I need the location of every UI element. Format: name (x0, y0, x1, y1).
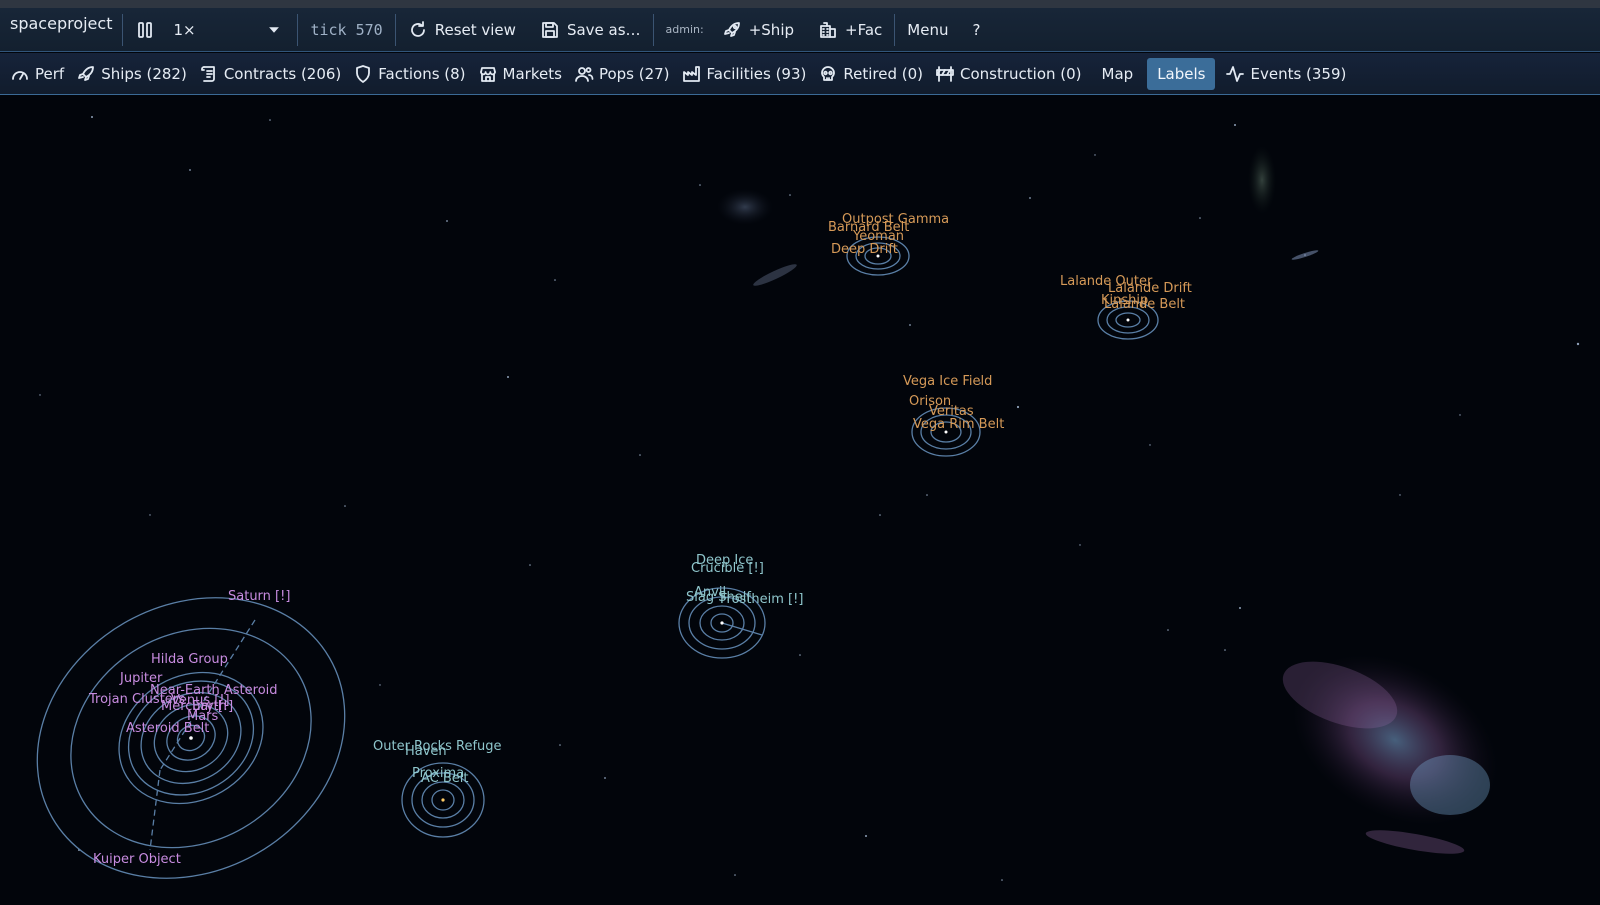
map-label-frostheim[interactable]: Frostheim [!] (720, 593, 803, 607)
nav-facilities-label: Facilities (93) (706, 64, 807, 83)
nav-contracts[interactable]: Contracts (206) (193, 58, 347, 90)
pause-icon (138, 21, 153, 38)
nav-ships[interactable]: Ships (282) (70, 58, 193, 90)
save-as-button[interactable]: Save as… (528, 8, 653, 52)
nav-facilities[interactable]: Facilities (93) (676, 58, 813, 90)
store-icon (479, 66, 496, 82)
map-label-lalande-belt[interactable]: Lalande Belt (1104, 298, 1185, 312)
add-facility-button[interactable]: +Fac (806, 8, 894, 52)
help-button[interactable]: ? (960, 8, 992, 52)
building-icon (820, 21, 836, 38)
map-label-vega-ice-field[interactable]: Vega Ice Field (903, 375, 992, 389)
rocket-icon (723, 21, 740, 37)
nav-labels-label: Labels (1157, 64, 1206, 83)
top-toolbar: spaceproject 1× tick 570 Reset view Save… (0, 8, 1600, 52)
add-facility-label: +Fac (845, 20, 883, 39)
nav-ships-label: Ships (282) (101, 64, 187, 83)
nav-retired[interactable]: Retired (0) (812, 58, 929, 90)
map-label-haven[interactable]: Haven (405, 745, 447, 759)
pause-button[interactable] (123, 8, 167, 52)
activity-icon (1226, 65, 1245, 82)
map-label-deep-drift[interactable]: Deep Drift (831, 243, 898, 257)
add-ship-label: +Ship (748, 20, 795, 39)
nav-factions-label: Factions (8) (378, 64, 466, 83)
nav-pops-label: Pops (27) (598, 64, 670, 83)
map-label-hilda-group[interactable]: Hilda Group (151, 653, 228, 667)
barrier-icon (936, 65, 954, 82)
reset-view-label: Reset view (434, 20, 516, 39)
users-icon (575, 66, 594, 82)
nav-map[interactable]: Map (1088, 58, 1148, 90)
scroll-icon (200, 65, 215, 82)
chevron-down-icon (269, 26, 280, 33)
nav-events-label: Events (359) (1250, 64, 1347, 83)
save-icon (542, 21, 558, 38)
panel-nav-bar: Perf Ships (282) Contracts (206) Faction… (0, 53, 1600, 95)
tick-counter: tick 570 (310, 20, 383, 39)
save-as-label: Save as… (566, 20, 641, 39)
nav-factions[interactable]: Factions (8) (347, 58, 471, 90)
refresh-icon (410, 20, 425, 37)
star-map-canvas[interactable]: Outpost Gamma Barnard Belt Yeoman Deep D… (0, 95, 1600, 905)
nav-construction[interactable]: Construction (0) (929, 58, 1088, 90)
app-title: spaceproject (10, 14, 113, 33)
map-label-ac-belt[interactable]: AC Belt (421, 772, 469, 786)
nav-retired-label: Retired (0) (843, 64, 924, 83)
menu-button[interactable]: Menu (895, 8, 960, 52)
nav-perf[interactable]: Perf (4, 58, 70, 90)
shield-icon (356, 64, 371, 83)
star-map-svg (36, 116, 1580, 881)
nav-contracts-label: Contracts (206) (223, 64, 342, 83)
speed-value: 1× (173, 20, 196, 39)
nav-construction-label: Construction (0) (960, 64, 1082, 83)
map-label-kuiper-object[interactable]: Kuiper Object (93, 853, 181, 867)
nav-map-label: Map (1101, 64, 1134, 83)
speed-select[interactable]: 1× (167, 8, 297, 52)
nav-perf-label: Perf (35, 64, 65, 83)
nav-labels-toggle[interactable]: Labels (1147, 57, 1216, 90)
map-label-vega-rim-belt[interactable]: Vega Rim Belt (913, 418, 1004, 432)
factory-icon (682, 65, 700, 82)
reset-view-button[interactable]: Reset view (396, 8, 528, 52)
map-label-saturn[interactable]: Saturn [!] (228, 590, 290, 604)
gauge-icon (12, 70, 28, 80)
nav-pops[interactable]: Pops (27) (568, 58, 676, 90)
admin-label: admin: (665, 23, 704, 36)
map-label-asteroid-belt[interactable]: Asteroid Belt (126, 722, 209, 736)
skull-icon (821, 65, 836, 81)
rocket-icon (78, 65, 95, 81)
nav-markets[interactable]: Markets (472, 58, 568, 90)
nav-events[interactable]: Events (359) (1219, 58, 1352, 90)
nav-markets-label: Markets (502, 64, 562, 83)
add-ship-button[interactable]: +Ship (710, 8, 806, 52)
map-label-crucible[interactable]: Crucible [!] (691, 562, 764, 576)
